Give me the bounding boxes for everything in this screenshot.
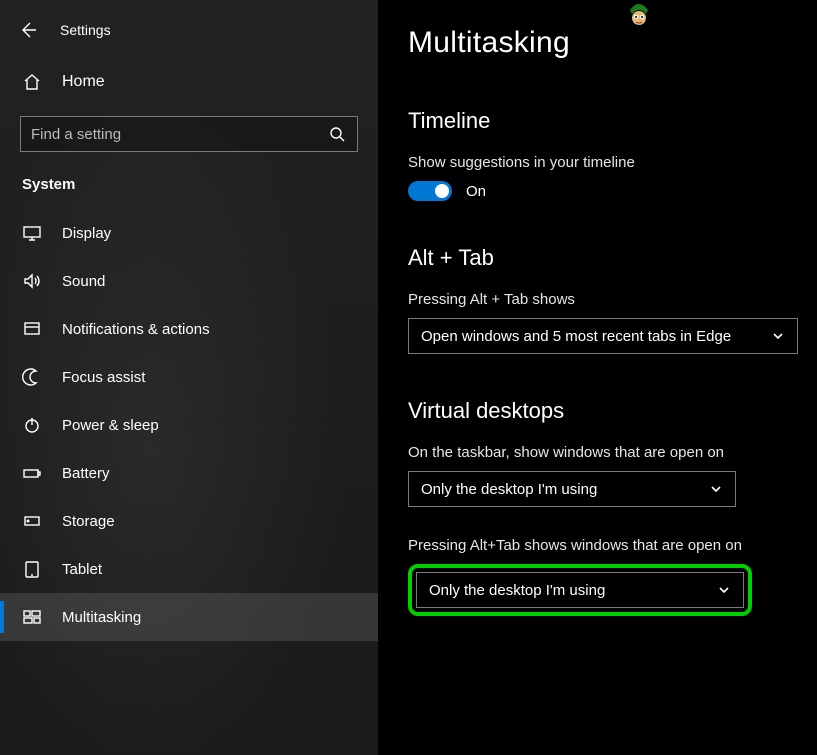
nav-item-sound[interactable]: Sound <box>0 257 378 305</box>
section-timeline: Timeline Show suggestions in your timeli… <box>408 108 795 201</box>
vd-alttab-value: Only the desktop I'm using <box>429 582 605 599</box>
alt-tab-heading: Alt + Tab <box>408 245 795 271</box>
nav-item-battery[interactable]: Battery <box>0 449 378 497</box>
titlebar: Settings <box>0 14 378 58</box>
page-title: Multitasking <box>408 26 795 60</box>
nav-label: Power & sleep <box>62 417 159 434</box>
nav-label: Tablet <box>62 561 102 578</box>
tablet-icon <box>22 559 42 579</box>
settings-sidebar: Settings Home System Display Sound Notif… <box>0 0 378 755</box>
nav-label: Multitasking <box>62 609 141 626</box>
home-icon <box>22 72 42 92</box>
content-pane: Multitasking Timeline Show suggestions i… <box>378 0 817 755</box>
home-nav[interactable]: Home <box>0 58 378 106</box>
search-input[interactable] <box>31 126 327 143</box>
category-heading: System <box>0 176 378 209</box>
window-title: Settings <box>60 22 111 38</box>
nav-label: Focus assist <box>62 369 145 386</box>
virtual-desktops-heading: Virtual desktops <box>408 398 795 424</box>
nav-label: Storage <box>62 513 115 530</box>
chevron-down-icon <box>709 482 723 496</box>
chevron-down-icon <box>771 329 785 343</box>
vd-alttab-dropdown[interactable]: Only the desktop I'm using <box>416 572 744 608</box>
vd-alttab-label: Pressing Alt+Tab shows windows that are … <box>408 537 795 554</box>
nav-item-focus[interactable]: Focus assist <box>0 353 378 401</box>
nav-label: Display <box>62 225 111 242</box>
nav-item-storage[interactable]: Storage <box>0 497 378 545</box>
nav-item-display[interactable]: Display <box>0 209 378 257</box>
alt-tab-option-label: Pressing Alt + Tab shows <box>408 291 795 308</box>
display-icon <box>22 223 42 243</box>
multitasking-icon <box>22 607 42 627</box>
alt-tab-dropdown-value: Open windows and 5 most recent tabs in E… <box>421 328 731 345</box>
power-icon <box>22 415 42 435</box>
search-box[interactable] <box>20 116 358 152</box>
nav-label: Battery <box>62 465 110 482</box>
arrow-left-icon <box>18 20 38 40</box>
highlight-box: Only the desktop I'm using <box>408 564 752 616</box>
nav-label: Notifications & actions <box>62 321 210 338</box>
search-icon <box>327 124 347 144</box>
section-alt-tab: Alt + Tab Pressing Alt + Tab shows Open … <box>408 245 795 354</box>
notifications-icon <box>22 319 42 339</box>
vd-taskbar-dropdown[interactable]: Only the desktop I'm using <box>408 471 736 507</box>
nav-item-multitasking[interactable]: Multitasking <box>0 593 378 641</box>
avatar <box>624 0 654 30</box>
battery-icon <box>22 463 42 483</box>
timeline-toggle[interactable] <box>408 181 452 201</box>
timeline-option-label: Show suggestions in your timeline <box>408 154 795 171</box>
storage-icon <box>22 511 42 531</box>
home-label: Home <box>62 73 105 91</box>
nav-item-tablet[interactable]: Tablet <box>0 545 378 593</box>
alt-tab-dropdown[interactable]: Open windows and 5 most recent tabs in E… <box>408 318 798 354</box>
nav-label: Sound <box>62 273 105 290</box>
timeline-heading: Timeline <box>408 108 795 134</box>
sound-icon <box>22 271 42 291</box>
chevron-down-icon <box>717 583 731 597</box>
nav-item-notifications[interactable]: Notifications & actions <box>0 305 378 353</box>
back-button[interactable] <box>18 20 38 40</box>
nav-item-power[interactable]: Power & sleep <box>0 401 378 449</box>
vd-taskbar-value: Only the desktop I'm using <box>421 481 597 498</box>
nav-list: Display Sound Notifications & actions Fo… <box>0 209 378 641</box>
focus-assist-icon <box>22 367 42 387</box>
vd-taskbar-label: On the taskbar, show windows that are op… <box>408 444 795 461</box>
timeline-toggle-state: On <box>466 183 486 200</box>
section-virtual-desktops: Virtual desktops On the taskbar, show wi… <box>408 398 795 616</box>
